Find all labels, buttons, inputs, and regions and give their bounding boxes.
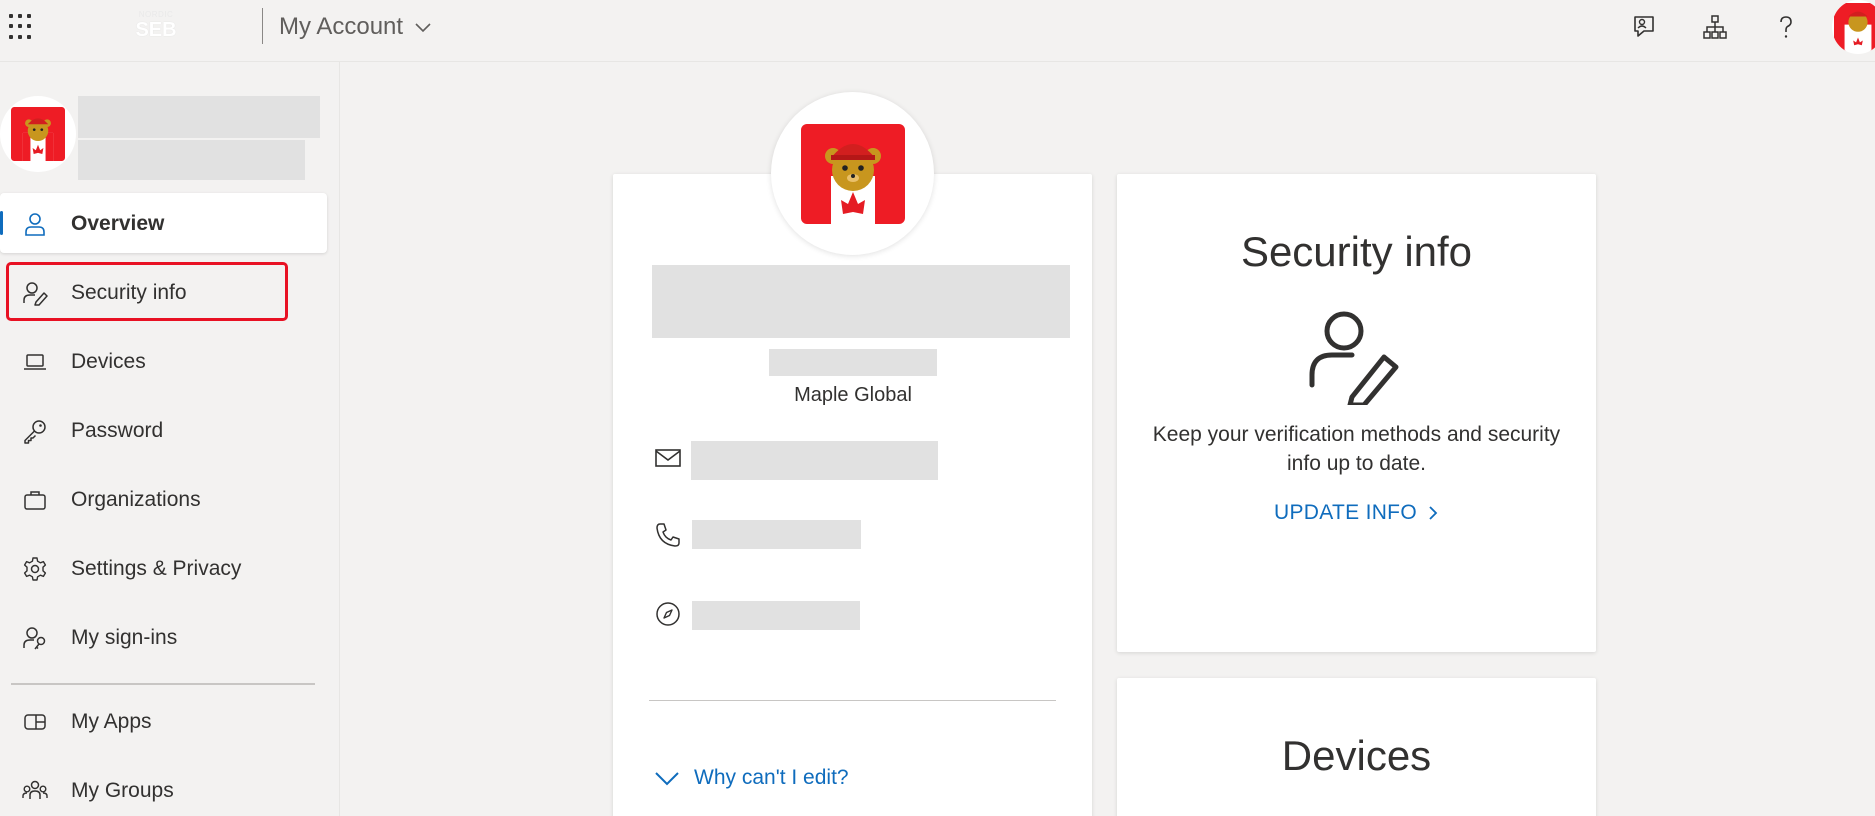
user-email-placeholder	[78, 140, 305, 180]
devices-card-title: Devices	[1281, 732, 1432, 779]
help-icon[interactable]	[1767, 9, 1805, 45]
mail-icon	[655, 449, 681, 467]
sidebar-item-label: My Groups	[71, 779, 174, 802]
bear-avatar-icon	[1834, 3, 1875, 51]
app-title-dropdown[interactable]: My Account	[279, 12, 433, 42]
sidebar-item-label: Devices	[71, 350, 146, 373]
sidebar-item-label: My sign-ins	[71, 626, 178, 649]
why-cant-i-edit-link[interactable]: Why can't I edit?	[654, 764, 849, 792]
laptop-icon	[24, 354, 46, 370]
brand-logo[interactable]: NORDIC SEB	[132, 10, 180, 42]
organization-name: Maple Global	[794, 384, 912, 406]
chevron-right-icon	[1429, 506, 1438, 520]
active-indicator	[0, 211, 3, 235]
sidebar-divider	[11, 683, 315, 685]
sidebar-item-devices[interactable]: Devices	[0, 331, 327, 391]
compass-icon	[656, 602, 680, 626]
location-placeholder	[692, 601, 860, 630]
user-name-placeholder	[78, 96, 320, 138]
person-icon	[25, 213, 45, 236]
brand-logo-text: SEB	[135, 19, 177, 41]
phone-placeholder	[692, 520, 861, 549]
sidebar-item-my-apps[interactable]: My Apps	[0, 691, 327, 751]
email-placeholder	[691, 441, 938, 480]
app-launcher-icon[interactable]	[9, 14, 35, 40]
gear-icon	[23, 557, 47, 581]
sidebar-item-label: Security info	[71, 281, 187, 304]
sidebar-item-password[interactable]: Password	[0, 400, 327, 460]
chevron-down-icon	[655, 772, 679, 786]
key-icon	[24, 420, 46, 444]
org-chart-icon[interactable]	[1696, 9, 1734, 45]
bear-avatar-icon	[11, 107, 65, 161]
feedback-icon[interactable]	[1625, 9, 1663, 45]
left-navigation: Overview Security info Devices Password …	[0, 62, 340, 816]
security-info-card-title: Security info	[1240, 228, 1473, 275]
update-info-link[interactable]: UPDATE INFO	[1117, 501, 1596, 525]
sidebar-item-organizations[interactable]: Organizations	[0, 469, 327, 529]
user-avatar[interactable]	[1832, 0, 1875, 54]
sidebar-item-label: Settings & Privacy	[71, 557, 242, 580]
header-divider	[262, 8, 263, 44]
sidebar-item-label: Overview	[71, 212, 165, 235]
sidebar-item-my-groups[interactable]: My Groups	[0, 760, 327, 816]
why-link-label: Why can't I edit?	[694, 766, 849, 789]
security-info-description: Keep your verification methods and secur…	[1152, 423, 1561, 475]
phone-icon	[656, 523, 680, 547]
top-bar: NORDIC SEB My Account	[0, 0, 1875, 62]
sidebar-item-label: Organizations	[71, 488, 201, 511]
person-key-icon	[23, 627, 46, 650]
sidebar-item-security-info[interactable]: Security info	[0, 262, 327, 322]
job-title-placeholder	[769, 349, 937, 376]
display-name-placeholder	[652, 265, 1070, 338]
update-info-label: UPDATE INFO	[1274, 501, 1417, 524]
sidebar-item-label: My Apps	[71, 710, 152, 733]
bear-avatar-icon	[800, 123, 905, 224]
profile-avatar[interactable]	[771, 92, 934, 255]
app-title: My Account	[279, 13, 404, 40]
person-pen-icon	[23, 282, 48, 306]
sidebar-item-settings-privacy[interactable]: Settings & Privacy	[0, 538, 327, 598]
people-group-icon	[22, 780, 48, 799]
nav-user-avatar[interactable]	[0, 96, 76, 172]
profile-card-divider	[649, 700, 1056, 701]
sidebar-item-my-sign-ins[interactable]: My sign-ins	[0, 607, 327, 667]
sidebar-item-label: Password	[71, 419, 164, 442]
sidebar-item-overview[interactable]: Overview	[0, 193, 327, 253]
chevron-down-icon	[415, 23, 431, 33]
apps-icon	[24, 714, 46, 730]
person-pen-icon	[1309, 311, 1399, 405]
briefcase-icon	[24, 491, 46, 510]
